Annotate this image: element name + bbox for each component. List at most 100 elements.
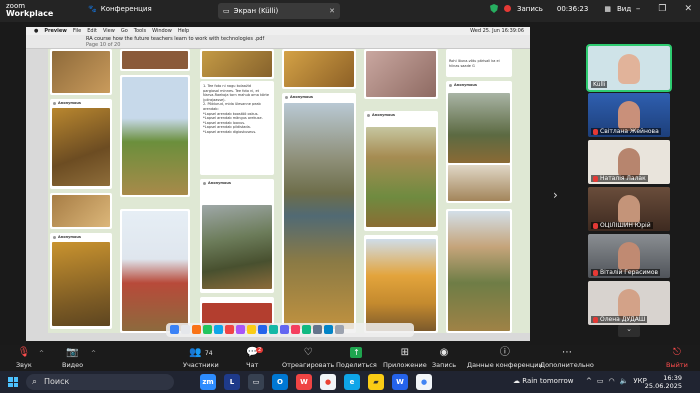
dock-app-icon[interactable] [203, 325, 212, 334]
leave-button[interactable]: ⎋ Выйти [666, 347, 688, 369]
trash-icon[interactable] [335, 325, 344, 334]
taskbar-search[interactable]: Поиск [26, 374, 174, 390]
dock-app-icon[interactable] [225, 325, 234, 334]
brand-line-2: Workplace [6, 9, 54, 18]
zoom-app-icon[interactable]: zm [200, 374, 216, 390]
post-author: Anonymous [53, 235, 81, 239]
participant-name-text: Külli [593, 81, 606, 88]
participant-name-text: Олена ДУДАШ [600, 316, 646, 323]
record-dot-icon [504, 5, 511, 12]
audio-options-caret[interactable]: ^ [36, 349, 44, 357]
dock-app-icon[interactable] [236, 325, 245, 334]
zoom-brand: zoom Workplace [6, 2, 53, 18]
screen-share-tab[interactable]: ▭ Экран (Külli) ✕ [218, 3, 340, 19]
mic-muted-icon: 🎙 [17, 347, 31, 358]
board-column: Rohi lõuna-võtu pärisali ka ei hiinas sa… [444, 49, 514, 333]
dock-app-icon[interactable] [313, 325, 322, 334]
mac-menu-6: Window [152, 28, 172, 34]
dock-app-icon[interactable] [247, 325, 256, 334]
record-button[interactable]: ◉ Запись [432, 347, 456, 369]
apple-icon: ● [34, 28, 39, 34]
dock-app-icon[interactable] [258, 325, 267, 334]
folder-icon[interactable]: ▰ [368, 374, 384, 390]
participant-tile[interactable]: Віталій Герасимов [588, 234, 670, 278]
chevron-down-icon[interactable]: ⌄ [618, 325, 640, 337]
taskbar-clock[interactable]: 16:39 25.06.2025 [645, 374, 682, 390]
post-author: Anonymous [53, 101, 81, 105]
dock-app-icon[interactable] [170, 325, 179, 334]
chat-button[interactable]: 💬 2 Чат [246, 347, 264, 369]
share-icon: ↑ [336, 347, 377, 359]
chrome-icon[interactable]: ● [416, 374, 432, 390]
post-author: Anonymous [449, 83, 477, 87]
window-controls: – ❐ ✕ [636, 4, 692, 14]
dock-app-icon[interactable] [291, 325, 300, 334]
participant-tile[interactable]: Наталія Лалак [588, 140, 670, 184]
dock-app-icon[interactable] [280, 325, 289, 334]
participants-button[interactable]: 👥 74 Участники [183, 347, 219, 369]
pdf-page: Page 10 of 20 [86, 42, 121, 48]
conference-data-button[interactable]: ⓘ Данные конференции [467, 347, 543, 369]
participant-tile[interactable]: ОЦІЛІШИН Юрій [588, 187, 670, 231]
close-icon[interactable]: ✕ [329, 7, 335, 15]
video-button[interactable]: 📷 Видео [62, 347, 83, 369]
edge-icon[interactable]: e [344, 374, 360, 390]
conference-menu[interactable]: 🐾 Конференция [88, 5, 152, 13]
board-column: Anonymous [362, 49, 440, 333]
windows-start-icon[interactable] [8, 377, 18, 387]
dock-app-icon[interactable] [269, 325, 278, 334]
dock-app-icon[interactable] [192, 325, 201, 334]
close-window-icon[interactable]: ✕ [684, 4, 692, 14]
participant-name-text: Світлана Жейнова [600, 128, 659, 135]
outlook-icon[interactable]: O [272, 374, 288, 390]
mic-muted-icon [593, 269, 598, 276]
weather-widget[interactable]: ☁ Rain tomorrow [513, 377, 573, 385]
wifi-icon[interactable]: ◠ [609, 377, 615, 385]
dock-app-icon[interactable] [324, 325, 333, 334]
board-column: Anonymous Anonymous [48, 49, 114, 333]
dock-app-icon[interactable] [181, 325, 190, 334]
layout-icon[interactable]: ▦ [604, 5, 611, 13]
participant-tile[interactable]: Олена ДУДАШ [588, 281, 670, 325]
share-tab-label: Экран (Külli) [233, 7, 279, 15]
zoom-title-bar: zoom Workplace 🐾 Конференция ▭ Экран (Kü… [0, 0, 700, 22]
participant-tile[interactable]: Світлана Жейнова [588, 93, 670, 137]
avatar [618, 148, 640, 178]
react-button[interactable]: ♡ Отреагировать [282, 347, 334, 369]
post-author: Anonymous [367, 113, 395, 117]
board-column: 1. Tee foto ni nagu kolaažid pargiosal m… [198, 49, 276, 333]
meeting-toolbar: 🎙 Звук ^ 📷 Видео ^ 👥 74 Участники 💬 2 Ча… [0, 345, 700, 371]
audio-button[interactable]: 🎙 Звук [16, 347, 32, 369]
more-button[interactable]: ⋯ Дополнительно [540, 347, 594, 369]
post-card [200, 49, 274, 79]
app-icon[interactable]: W [296, 374, 312, 390]
share-button[interactable]: ↑ Поделиться [336, 347, 377, 369]
view-button[interactable]: Вид [617, 5, 631, 13]
chevron-up-icon[interactable]: ^ [586, 377, 592, 385]
app-icon[interactable]: ▭ [248, 374, 264, 390]
participant-tile[interactable]: Külli [586, 44, 672, 92]
chrome-icon[interactable]: ● [320, 374, 336, 390]
minimize-icon[interactable]: – [636, 4, 641, 14]
conference-data-label: Данные конференции [467, 361, 543, 369]
maximize-icon[interactable]: ❐ [658, 4, 666, 14]
apps-icon: ⊞ [400, 347, 410, 358]
participant-name-text: Віталій Герасимов [600, 269, 659, 276]
volume-icon[interactable]: 🔈 [620, 377, 629, 385]
dock-app-icon[interactable] [302, 325, 311, 334]
chevron-right-icon[interactable]: › [553, 188, 558, 202]
mac-dock [166, 323, 414, 337]
dock-app-icon[interactable] [214, 325, 223, 334]
word-icon[interactable]: W [392, 374, 408, 390]
paw-icon: 🐾 [88, 5, 97, 13]
app-icon[interactable]: L [224, 374, 240, 390]
post-author: Anonymous [285, 95, 313, 99]
record-label[interactable]: Запись [517, 5, 543, 13]
chevron-up-icon: ^ [39, 350, 45, 357]
battery-icon[interactable]: ▭ [597, 377, 604, 385]
post-card: 1. Tee foto ni nagu kolaažid pargiosal m… [200, 81, 274, 175]
chevron-up-icon: ^ [91, 350, 97, 357]
windows-taskbar: Поиск zm L ▭ O W ● e ▰ W ● ☁ Rain tomorr… [0, 371, 700, 393]
apps-button[interactable]: ⊞ Приложение [383, 347, 427, 369]
video-options-caret[interactable]: ^ [88, 349, 96, 357]
